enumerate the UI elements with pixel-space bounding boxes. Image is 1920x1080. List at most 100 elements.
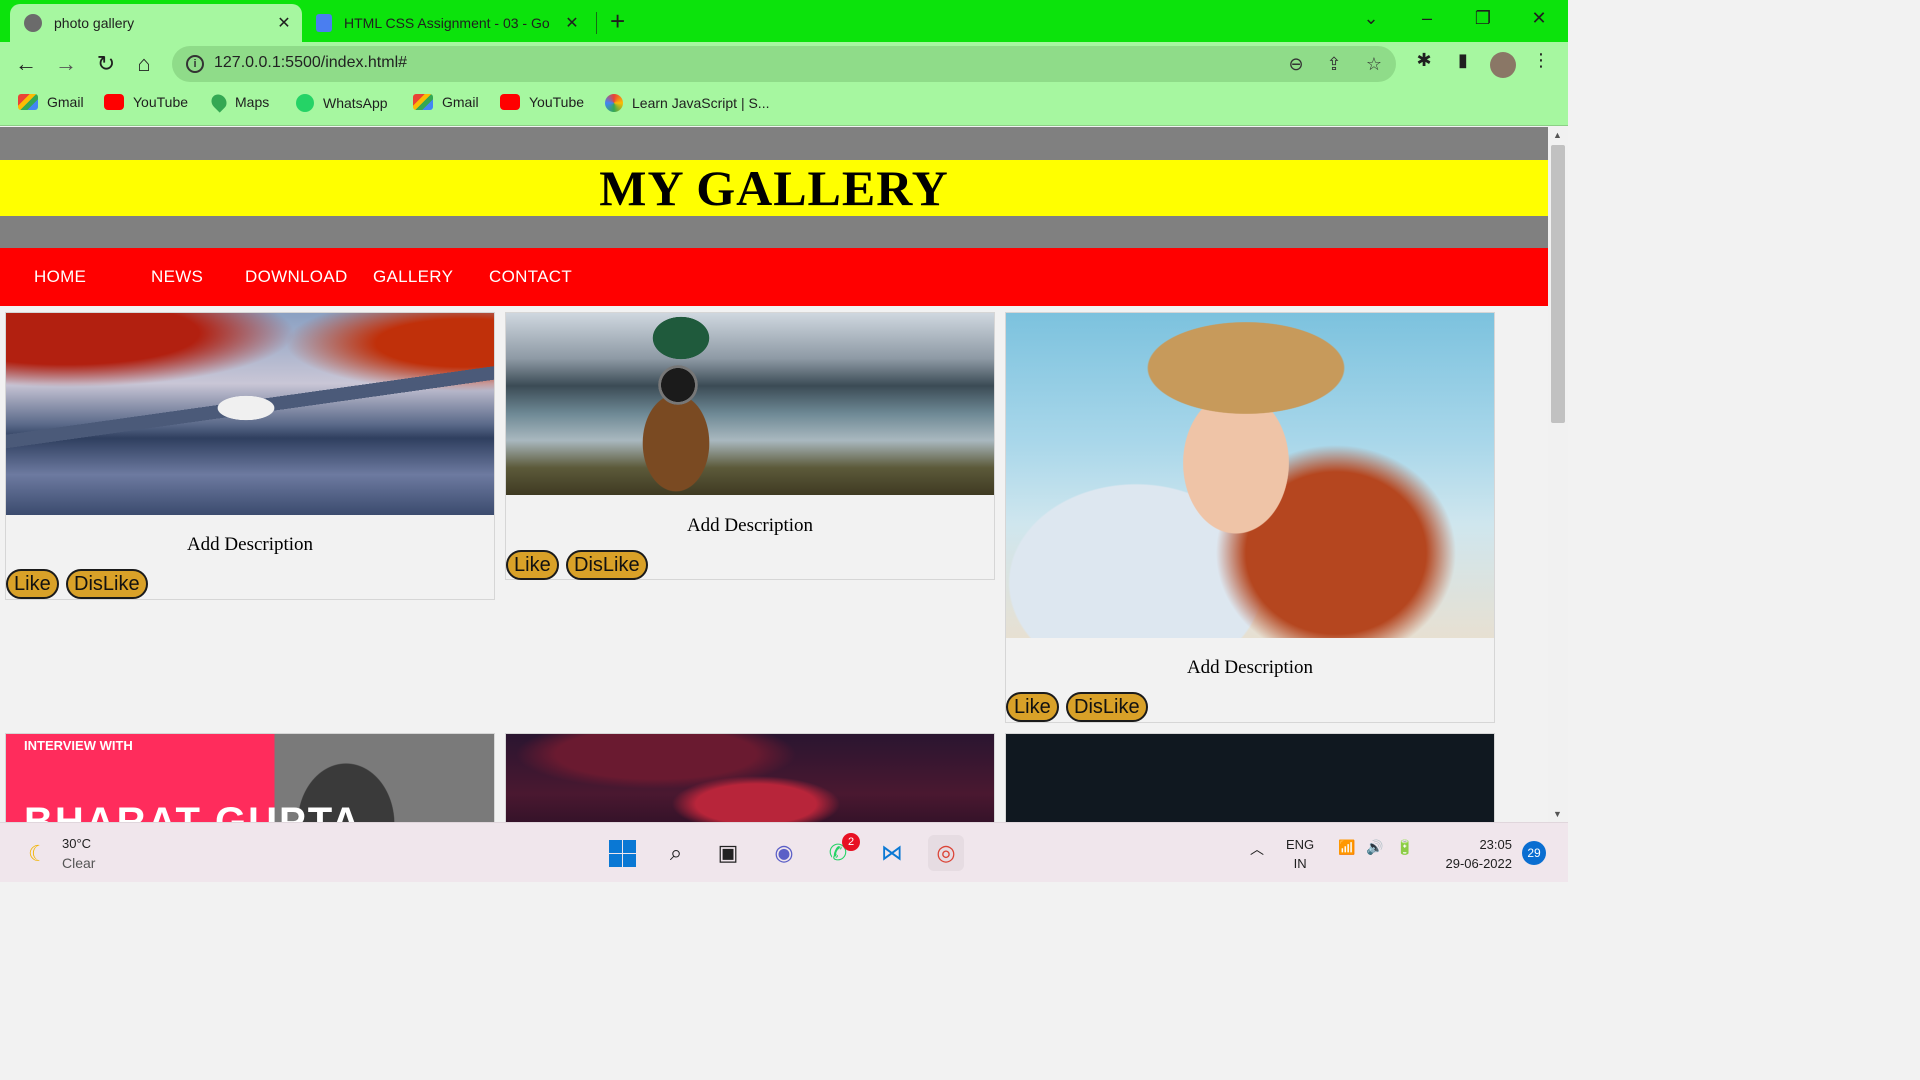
gallery-card: [505, 733, 995, 822]
site-info-icon[interactable]: i: [186, 55, 204, 73]
start-button[interactable]: [604, 835, 640, 871]
close-icon[interactable]: ✕: [560, 13, 584, 33]
nav-download[interactable]: DOWNLOAD: [245, 267, 348, 287]
tab-title: photo gallery: [54, 15, 135, 31]
vscode-icon[interactable]: ⋈: [874, 835, 910, 871]
image-overlay-name: BHARAT GUPTA: [24, 800, 363, 822]
taskbar: ☾ 30°C Clear ⌕ ▣ ◉ ✆ ⋈ ◎ ︿ ENG IN 📶 🔊 🔋 …: [0, 822, 1568, 882]
image-description: Add Description: [1186, 657, 1314, 678]
gallery-card: Add Description Like DisLike: [505, 312, 995, 580]
weather-condition[interactable]: Clear: [62, 855, 95, 871]
bookmark-maps[interactable]: Maps: [208, 91, 269, 113]
like-button[interactable]: Like: [1006, 692, 1059, 722]
home-icon[interactable]: ⌂: [130, 50, 158, 78]
page-viewport: MY GALLERY HOME NEWS DOWNLOAD GALLERY CO…: [0, 127, 1548, 822]
gallery-image: [506, 313, 994, 495]
nav-news[interactable]: NEWS: [151, 267, 203, 287]
menu-icon[interactable]: ⋮: [1527, 50, 1555, 71]
youtube-icon: [500, 94, 520, 110]
nav-home[interactable]: HOME: [34, 267, 86, 287]
tab-search-icon[interactable]: ⌄: [1348, 8, 1394, 29]
bookmark-learn-javascript[interactable]: Learn JavaScript | S...: [605, 94, 769, 112]
bookmark-gmail[interactable]: Gmail: [18, 94, 84, 110]
task-view-icon[interactable]: ▣: [710, 835, 746, 871]
dislike-button[interactable]: DisLike: [566, 550, 648, 580]
gallery-image: [1006, 313, 1494, 638]
chrome-icon[interactable]: ◎: [928, 835, 964, 871]
back-icon[interactable]: ←: [12, 50, 40, 78]
notification-badge[interactable]: 29: [1522, 841, 1546, 865]
site-header: MY GALLERY: [0, 160, 1548, 216]
gmail-icon: [18, 94, 38, 110]
top-band: [0, 127, 1548, 160]
address-bar[interactable]: i 127.0.0.1:5500/index.html# ⊖ ⇪ ☆: [172, 46, 1396, 82]
globe-icon: [24, 14, 42, 32]
share-icon[interactable]: ⇪: [1322, 54, 1346, 75]
restore-button[interactable]: ❐: [1460, 8, 1506, 29]
tab-separator: [596, 12, 597, 34]
minimize-button[interactable]: –: [1404, 8, 1450, 29]
language-indicator[interactable]: ENG IN: [1286, 835, 1314, 873]
system-clock[interactable]: 23:05 29-06-2022: [1434, 835, 1513, 873]
close-window-button[interactable]: ✕: [1516, 8, 1562, 29]
bookmark-youtube-2[interactable]: YouTube: [500, 94, 584, 110]
gallery-image: [1006, 734, 1494, 822]
teams-chat-icon[interactable]: ◉: [766, 835, 802, 871]
tab-photo-gallery[interactable]: photo gallery ✕: [10, 4, 302, 42]
scroll-up-icon[interactable]: ▲: [1553, 130, 1562, 140]
gallery-image: [506, 734, 994, 822]
docs-icon: [316, 14, 332, 32]
reload-icon[interactable]: ↻: [92, 50, 120, 78]
nav-contact[interactable]: CONTACT: [489, 267, 572, 287]
like-button[interactable]: Like: [6, 569, 59, 599]
close-icon[interactable]: ✕: [272, 13, 296, 33]
bookmark-label: Gmail: [442, 94, 479, 110]
hidden-icons-chevron-icon[interactable]: ︿: [1250, 839, 1264, 859]
page-scrollbar[interactable]: ▲ ▼: [1548, 127, 1568, 822]
dislike-button[interactable]: DisLike: [1066, 692, 1148, 722]
gallery-card: Add Description Like DisLike: [1005, 312, 1495, 723]
extensions-icon[interactable]: ✱: [1410, 50, 1438, 71]
clock-date: 29-06-2022: [1445, 856, 1513, 871]
browser-toolbar: ← → ↻ ⌂ i 127.0.0.1:5500/index.html# ⊖ ⇪…: [0, 42, 1568, 86]
image-description: Add Description: [686, 515, 814, 536]
browser-tab-strip: photo gallery ✕ HTML CSS Assignment - 03…: [0, 0, 1568, 42]
new-tab-button[interactable]: +: [610, 7, 625, 35]
wifi-icon[interactable]: 📶: [1338, 839, 1355, 856]
bookmarks-bar: Gmail YouTube Maps WhatsApp Gmail YouTub…: [0, 86, 1568, 126]
search-icon[interactable]: ⌕: [658, 835, 694, 871]
whatsapp-unread-badge: 2: [842, 833, 860, 851]
gallery-card: Add Description Like DisLike: [5, 312, 495, 600]
bookmark-label: Gmail: [47, 94, 84, 110]
scroll-down-icon[interactable]: ▼: [1553, 809, 1562, 819]
bookmark-gmail-2[interactable]: Gmail: [413, 94, 479, 110]
scrollbar-thumb[interactable]: [1551, 145, 1565, 423]
gallery-image: INTERVIEW WITH BHARAT GUPTA: [6, 734, 494, 822]
side-panel-icon[interactable]: ▮: [1449, 50, 1477, 71]
profile-avatar[interactable]: [1490, 52, 1516, 78]
bookmark-whatsapp[interactable]: WhatsApp: [296, 94, 388, 112]
tab-title: HTML CSS Assignment - 03 - Go: [344, 15, 550, 31]
image-overlay-text: INTERVIEW WITH: [24, 738, 133, 753]
volume-icon[interactable]: 🔊: [1366, 839, 1383, 856]
image-description: Add Description: [186, 534, 314, 555]
battery-icon[interactable]: 🔋: [1396, 839, 1413, 856]
bookmark-youtube[interactable]: YouTube: [104, 94, 188, 110]
main-nav: HOME NEWS DOWNLOAD GALLERY CONTACT: [0, 248, 1548, 306]
language-code: ENG: [1286, 837, 1315, 852]
like-button[interactable]: Like: [506, 550, 559, 580]
youtube-icon: [104, 94, 124, 110]
zoom-icon[interactable]: ⊖: [1284, 54, 1308, 75]
moon-icon[interactable]: ☾: [28, 841, 48, 867]
js-icon: [605, 94, 623, 112]
region-code: IN: [1293, 856, 1307, 871]
tab-html-css-assignment[interactable]: HTML CSS Assignment - 03 - Go ✕: [306, 4, 590, 42]
gallery-card: INTERVIEW WITH BHARAT GUPTA: [5, 733, 495, 822]
weather-temperature[interactable]: 30°C: [62, 836, 91, 851]
url-text[interactable]: 127.0.0.1:5500/index.html#: [214, 54, 407, 72]
nav-gallery[interactable]: GALLERY: [373, 267, 453, 287]
forward-icon[interactable]: →: [52, 50, 80, 78]
bookmark-star-icon[interactable]: ☆: [1362, 54, 1386, 75]
dislike-button[interactable]: DisLike: [66, 569, 148, 599]
clock-time: 23:05: [1479, 837, 1512, 852]
